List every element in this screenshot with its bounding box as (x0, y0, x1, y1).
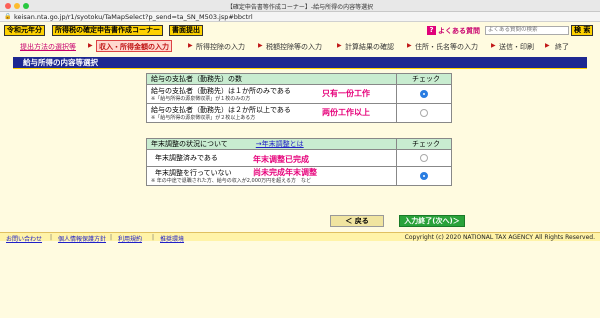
page-title: 給与所得の内容等選択 (13, 57, 587, 69)
next-button[interactable]: 入力終了(次へ)＞ (399, 215, 465, 227)
employer-count-table: 給与の支払者（勤務先）の数 チェック 給与の支払者（勤務先）は１か所のみである … (146, 73, 452, 123)
step-arrow-icon: ▶ (88, 42, 93, 49)
window-title: 【確定申告書等作成コーナー】-給与所得の内容等選択 (226, 4, 374, 11)
url-text[interactable]: keisan.nta.go.jp/r1/syotoku/TaMapSelect?… (14, 13, 253, 21)
step-finish: 終了 (555, 43, 569, 51)
adjustment-header-label: 年末調整の状況について (151, 140, 228, 148)
step-income-entry: 収入・所得金額の入力 (96, 40, 172, 52)
step-arrow-icon: ▶ (545, 42, 550, 49)
era-button[interactable]: 令和元年分 (4, 25, 45, 36)
annotation-text: 两份工作以上 (322, 108, 370, 117)
help-question-icon[interactable]: ? (427, 26, 436, 35)
option-note: ※ 年の中途で退職された方、給与の収入が2,000万円を超える方 など (151, 177, 311, 184)
annotation-text: 年末调整已完成 (253, 155, 309, 164)
annotation-text: 尚未完成年末调整 (253, 168, 317, 177)
lock-icon: 🔒 (4, 13, 12, 20)
radio-button-icon[interactable] (420, 90, 428, 98)
year-end-adjustment-table: 年末調整の状況について →年末調整とは チェック 年末調整済みである 年末调整已完… (146, 138, 452, 186)
adjustment-header: 年末調整の状況について →年末調整とは (146, 138, 397, 150)
step-send-print: 送信・印刷 (499, 43, 534, 51)
back-button[interactable]: ＜ 戻る (330, 215, 384, 227)
step-result-check: 計算結果の確認 (345, 43, 394, 51)
step-submission-method[interactable]: 提出方法の選択等 (20, 42, 76, 52)
radio-button-icon[interactable] (420, 154, 428, 162)
footer-link-privacy[interactable]: 個人情報保護方針 (58, 234, 106, 243)
window-titlebar: 【確定申告書等作成コーナー】-給与所得の内容等選択 (0, 0, 600, 12)
check-column-header: チェック (396, 138, 452, 150)
radio-button-icon[interactable] (420, 109, 428, 117)
footer-separator: | (110, 234, 113, 241)
corner-title-button[interactable]: 所得税の確定申告書作成コーナー (52, 25, 163, 36)
radio-cell[interactable] (396, 84, 452, 104)
option-not-adjusted[interactable]: 年末調整を行っていない ※ 年の中途で退職された方、給与の収入が2,000万円を… (146, 166, 397, 186)
footer-link-contact[interactable]: お問い合わせ (6, 234, 42, 243)
copyright-text: Copyright (c) 2020 NATIONAL TAX AGENCY A… (404, 234, 595, 241)
footer-link-environment[interactable]: 推奨環境 (160, 234, 184, 243)
faq-link[interactable]: よくある質問 (438, 26, 480, 36)
step-arrow-icon: ▶ (337, 42, 342, 49)
step-arrow-icon: ▶ (407, 42, 412, 49)
employer-count-header: 給与の支払者（勤務先）の数 (146, 73, 397, 85)
faq-search-input[interactable]: よくある質問の検索 (485, 26, 569, 35)
step-address-entry: 住所・氏名等の入力 (415, 43, 478, 51)
address-bar[interactable]: 🔒 keisan.nta.go.jp/r1/syotoku/TaMapSelec… (0, 12, 600, 22)
step-arrow-icon: ▶ (491, 42, 496, 49)
paper-submit-button[interactable]: 書面提出 (169, 25, 203, 36)
footer-link-terms[interactable]: 利用規約 (118, 234, 142, 243)
page-header: 令和元年分 所得税の確定申告書作成コーナー 書面提出 ? よくある質問 よくある… (0, 22, 600, 38)
step-arrow-icon: ▶ (258, 42, 263, 49)
footer-separator: | (50, 234, 53, 241)
check-column-header: チェック (396, 73, 452, 85)
radio-button-icon[interactable] (420, 172, 428, 180)
footer: お問い合わせ | 個人情報保護方針 | 利用規約 | 推奨環境 Copyrigh… (0, 232, 600, 243)
annotation-text: 只有一份工作 (322, 89, 370, 98)
option-multiple-employers[interactable]: 給与の支払者（勤務先）は２か所以上である ※「給与所得の源泉徴収票」が２枚以上あ… (146, 103, 397, 123)
radio-cell[interactable] (396, 166, 452, 186)
option-single-employer[interactable]: 給与の支払者（勤務先）は１か所のみである ※「給与所得の源泉徴収票」が１枚のみの… (146, 84, 397, 104)
radio-cell[interactable] (396, 149, 452, 167)
radio-cell[interactable] (396, 103, 452, 123)
search-button[interactable]: 検 索 (571, 25, 594, 36)
what-is-adjustment-link[interactable]: →年末調整とは (256, 140, 304, 148)
footer-separator: | (152, 234, 155, 241)
option-adjusted[interactable]: 年末調整済みである 年末调整已完成 (146, 149, 397, 167)
step-deduction-entry: 所得控除の入力 (196, 43, 245, 51)
step-progress-bar: 提出方法の選択等 ▶ 収入・所得金額の入力 ▶ 所得控除の入力 ▶ 税額控除等の… (0, 40, 600, 53)
step-tax-credit-entry: 税額控除等の入力 (266, 43, 322, 51)
step-arrow-icon: ▶ (188, 42, 193, 49)
